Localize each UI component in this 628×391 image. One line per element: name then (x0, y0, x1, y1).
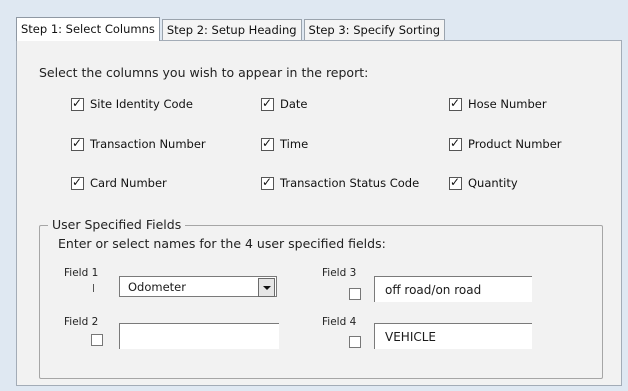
dialog-window: Step 1: Select Columns Step 2: Setup Hea… (0, 0, 628, 391)
group-legend: User Specified Fields (48, 217, 186, 232)
field2-label: Field 2 (64, 316, 99, 328)
checkbox-label: Card Number (90, 176, 167, 190)
checkbox-transaction-number[interactable]: Transaction Number (71, 136, 206, 151)
tab-panel: Select the columns you wish to appear in… (16, 40, 622, 386)
checkbox-box[interactable] (261, 96, 274, 111)
checkbox-quantity[interactable]: Quantity (449, 175, 518, 190)
field1-label: Field 1 (64, 267, 99, 279)
tab-strip: Step 1: Select Columns Step 2: Setup Hea… (16, 16, 447, 41)
checkbox-label: Time (280, 137, 309, 151)
field1-select[interactable]: Odometer (119, 276, 277, 297)
checkbox-label: Hose Number (468, 97, 547, 111)
checkbox-label: Quantity (468, 176, 518, 190)
user-specified-fields-group: User Specified Fields Enter or select na… (39, 217, 603, 379)
checkbox-hose-number[interactable]: Hose Number (449, 96, 547, 111)
dropdown-button[interactable] (258, 278, 275, 297)
checkbox-box[interactable] (71, 136, 84, 151)
field1-checkbox[interactable] (93, 284, 94, 292)
checkbox-box[interactable] (449, 175, 462, 190)
checkbox-box[interactable] (71, 96, 84, 111)
checkbox-box[interactable] (449, 136, 462, 151)
field3-input[interactable]: off road/on road (374, 276, 532, 302)
field4-checkbox[interactable] (349, 336, 361, 348)
field1-select-value: Odometer (128, 280, 186, 294)
checkbox-time[interactable]: Time (261, 136, 309, 151)
field3-label: Field 3 (322, 267, 357, 279)
user-fields-instruction: Enter or select names for the 4 user spe… (58, 236, 386, 251)
checkbox-label: Product Number (468, 137, 562, 151)
field4-label: Field 4 (322, 316, 357, 328)
checkbox-card-number[interactable]: Card Number (71, 175, 167, 190)
chevron-down-icon (262, 285, 271, 290)
checkbox-transaction-status-code[interactable]: Transaction Status Code (261, 175, 420, 190)
checkbox-site-identity-code[interactable]: Site Identity Code (71, 96, 193, 111)
tab-specify-sorting[interactable]: Step 3: Specify Sorting (303, 19, 446, 40)
field2-input[interactable] (119, 323, 279, 349)
checkbox-box[interactable] (261, 136, 274, 151)
checkbox-date[interactable]: Date (261, 96, 308, 111)
field2-checkbox[interactable] (91, 334, 103, 346)
field3-checkbox[interactable] (349, 288, 361, 300)
checkbox-label: Transaction Status Code (280, 176, 420, 190)
checkbox-label: Site Identity Code (90, 97, 193, 111)
tab-select-columns[interactable]: Step 1: Select Columns (16, 17, 160, 41)
field4-input[interactable]: VEHICLE (374, 323, 532, 349)
tab-setup-heading[interactable]: Step 2: Setup Heading (161, 19, 302, 40)
checkbox-label: Transaction Number (90, 137, 206, 151)
checkbox-label: Date (280, 97, 308, 111)
checkbox-box[interactable] (71, 175, 84, 190)
checkbox-product-number[interactable]: Product Number (449, 136, 562, 151)
checkbox-box[interactable] (449, 96, 462, 111)
columns-instruction: Select the columns you wish to appear in… (39, 65, 369, 80)
checkbox-box[interactable] (261, 175, 274, 190)
